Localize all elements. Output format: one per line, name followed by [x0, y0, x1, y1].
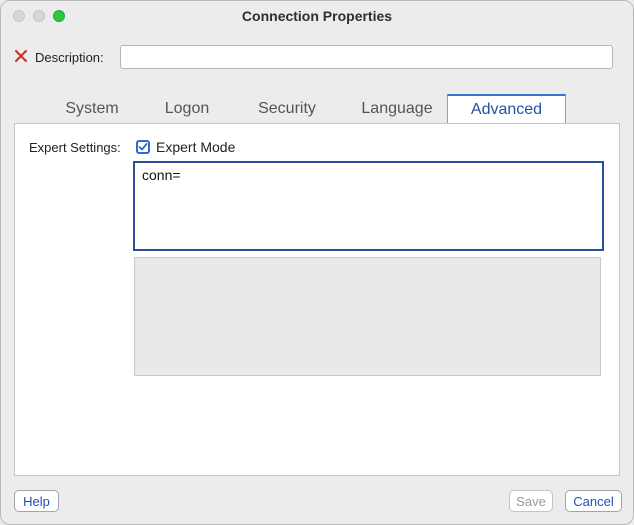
expert-settings-label: Expert Settings:	[29, 140, 121, 155]
expert-mode-checkbox[interactable]	[136, 140, 150, 154]
save-button[interactable]: Save	[509, 490, 553, 512]
window-title: Connection Properties	[241, 8, 393, 24]
error-x-icon	[14, 49, 28, 63]
description-input[interactable]	[120, 45, 613, 69]
description-label: Description:	[35, 50, 104, 65]
advanced-panel: Expert Settings: Expert Mode	[14, 123, 620, 476]
help-button[interactable]: Help	[14, 490, 59, 512]
title-bar: Connection Properties	[1, 1, 633, 31]
expert-settings-output-area	[134, 257, 601, 376]
tab-logon[interactable]: Logon	[137, 94, 237, 124]
expert-settings-textarea[interactable]	[133, 161, 604, 251]
tab-advanced[interactable]: Advanced	[447, 94, 566, 124]
tab-security[interactable]: Security	[237, 94, 337, 124]
cancel-button[interactable]: Cancel	[565, 490, 622, 512]
tab-language[interactable]: Language	[347, 94, 447, 124]
expert-mode-label[interactable]: Expert Mode	[156, 139, 235, 155]
checkmark-icon	[138, 143, 148, 151]
connection-properties-dialog: Connection Properties Description: Syste…	[0, 0, 634, 525]
tab-system[interactable]: System	[37, 94, 147, 124]
